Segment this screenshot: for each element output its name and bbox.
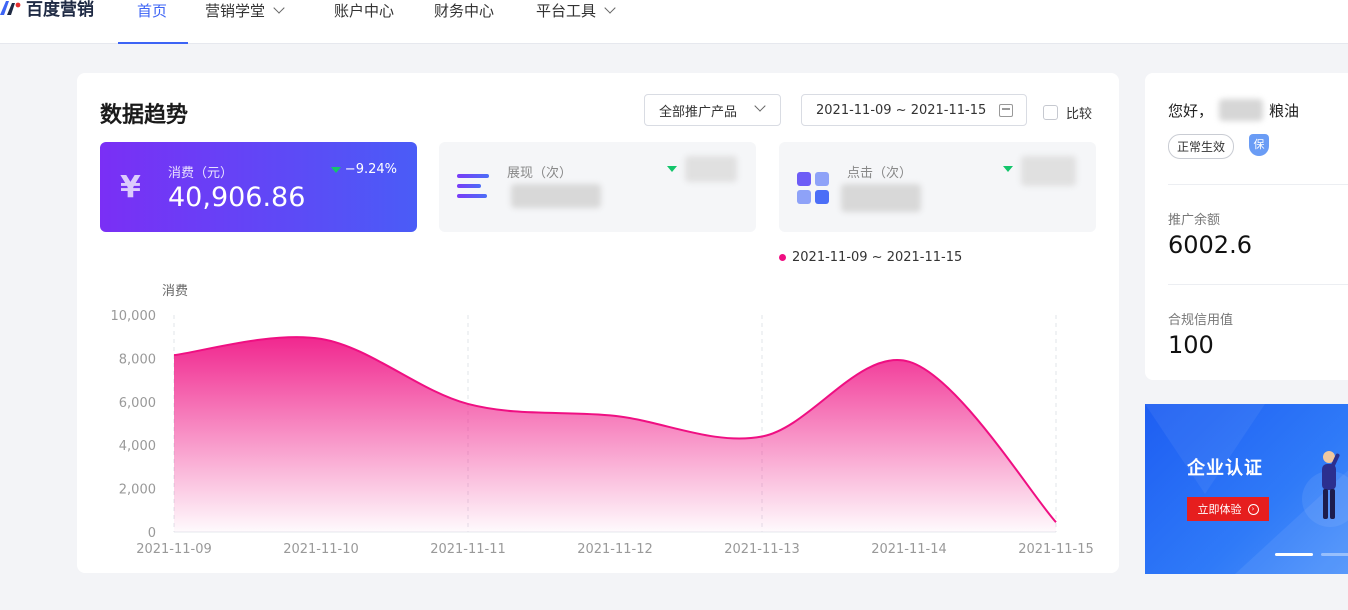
baidu-marketing-logo[interactable]: 百度营销	[0, 0, 94, 22]
metric-value: 40,906.86	[168, 182, 306, 213]
person-illustration-icon	[1322, 451, 1340, 519]
down-arrow-icon	[1003, 166, 1013, 172]
x-tick-label: 2021-11-15	[1018, 542, 1094, 557]
legend-dot	[779, 254, 786, 261]
credit-label: 合规信用值	[1168, 313, 1234, 328]
metric-card-cost[interactable]: ¥ 消费（元） 40,906.86 −9.24%	[100, 142, 417, 232]
metric-label: 点击（次）	[847, 166, 913, 181]
status-badge: 正常生效	[1168, 134, 1235, 159]
nav-item-account-center[interactable]: 账户中心	[334, 0, 394, 28]
logo-text: 百度营销	[26, 0, 94, 20]
product-select[interactable]: 全部推广产品	[644, 94, 781, 126]
carousel-dot-active[interactable]	[1275, 553, 1313, 556]
nav-item-marketing-school[interactable]: 营销学堂	[205, 0, 285, 28]
y-tick-label: 10,000	[111, 309, 157, 324]
metric-card-impressions[interactable]: 展现（次）	[439, 142, 756, 232]
top-nav: 百度营销 首页 营销学堂 账户中心 财务中心 平台工具	[0, 0, 1348, 44]
next-section-edge	[77, 598, 1348, 610]
metric-label: 消费（元）	[168, 166, 234, 181]
date-range-picker[interactable]: 2021-11-09 ~ 2021-11-15	[801, 94, 1027, 126]
bar-lines-icon	[457, 174, 491, 202]
down-arrow-icon	[667, 166, 677, 172]
carousel-dot[interactable]	[1321, 553, 1348, 556]
series-area	[174, 337, 1056, 532]
balance-label: 推广余额	[1168, 213, 1221, 228]
calendar-icon	[999, 104, 1013, 117]
redacted-change	[1021, 156, 1076, 186]
credit-value: 100	[1168, 331, 1214, 359]
chart-legend: 2021-11-09 ~ 2021-11-15	[779, 250, 962, 265]
section-title: 数据趋势	[100, 103, 189, 128]
shield-icon[interactable]: 保	[1249, 134, 1269, 156]
enterprise-cert-banner[interactable]: 企业认证 立即体验 ›	[1145, 404, 1348, 574]
divider	[1168, 184, 1348, 185]
y-tick-label: 8,000	[119, 352, 156, 367]
down-arrow-icon	[330, 166, 341, 173]
data-trend-card: 数据趋势 全部推广产品 2021-11-09 ~ 2021-11-15 比较 ¥…	[77, 73, 1119, 573]
click-grid-icon	[797, 172, 829, 204]
metric-label: 展现（次）	[507, 166, 573, 181]
arrow-right-icon: ›	[1247, 503, 1259, 515]
cost-area-chart: 消费 0 2,000 4,000 6,000 8,000 10,000 2021-11-0…	[111, 284, 1094, 557]
x-tick-label: 2021-11-11	[430, 542, 506, 557]
chevron-down-icon	[754, 100, 766, 112]
y-tick-label: 2,000	[119, 483, 156, 498]
y-tick-label: 6,000	[119, 396, 156, 411]
y-axis-label: 消费	[162, 284, 188, 299]
redacted-change	[685, 156, 737, 182]
x-tick-label: 2021-11-14	[871, 542, 947, 557]
metric-change: −9.24%	[330, 162, 397, 177]
divider	[1168, 284, 1348, 285]
banner-title: 企业认证	[1187, 458, 1263, 479]
chevron-down-icon	[273, 2, 285, 14]
greeting: 您好， 粮油	[1168, 99, 1299, 121]
x-tick-label: 2021-11-12	[577, 542, 653, 557]
y-tick-label: 4,000	[119, 439, 156, 454]
logo-mark-icon	[0, 1, 21, 15]
yuan-icon: ¥	[120, 170, 141, 205]
nav-item-finance-center[interactable]: 财务中心	[434, 0, 494, 28]
nav-active-underline	[118, 42, 188, 44]
compare-toggle[interactable]: 比较	[1043, 103, 1092, 122]
nav-item-platform-tools[interactable]: 平台工具	[536, 0, 616, 28]
redacted-name	[1219, 99, 1264, 121]
x-tick-label: 2021-11-09	[136, 542, 212, 557]
redacted-value	[841, 184, 921, 212]
nav-item-home[interactable]: 首页	[137, 0, 167, 28]
balance-value: 6002.6	[1168, 231, 1252, 259]
redacted-value	[511, 184, 601, 208]
x-tick-label: 2021-11-10	[283, 542, 359, 557]
y-tick-label: 0	[148, 526, 156, 541]
compare-checkbox[interactable]	[1043, 105, 1058, 120]
try-now-button[interactable]: 立即体验 ›	[1187, 497, 1269, 521]
chevron-down-icon	[604, 2, 616, 14]
carousel-dots	[1275, 553, 1348, 556]
metric-card-clicks[interactable]: 点击（次）	[779, 142, 1096, 232]
account-card: 您好， 粮油 正常生效 保 推广余额 6002.6 合规信用值 100	[1145, 73, 1348, 380]
x-tick-label: 2021-11-13	[724, 542, 800, 557]
